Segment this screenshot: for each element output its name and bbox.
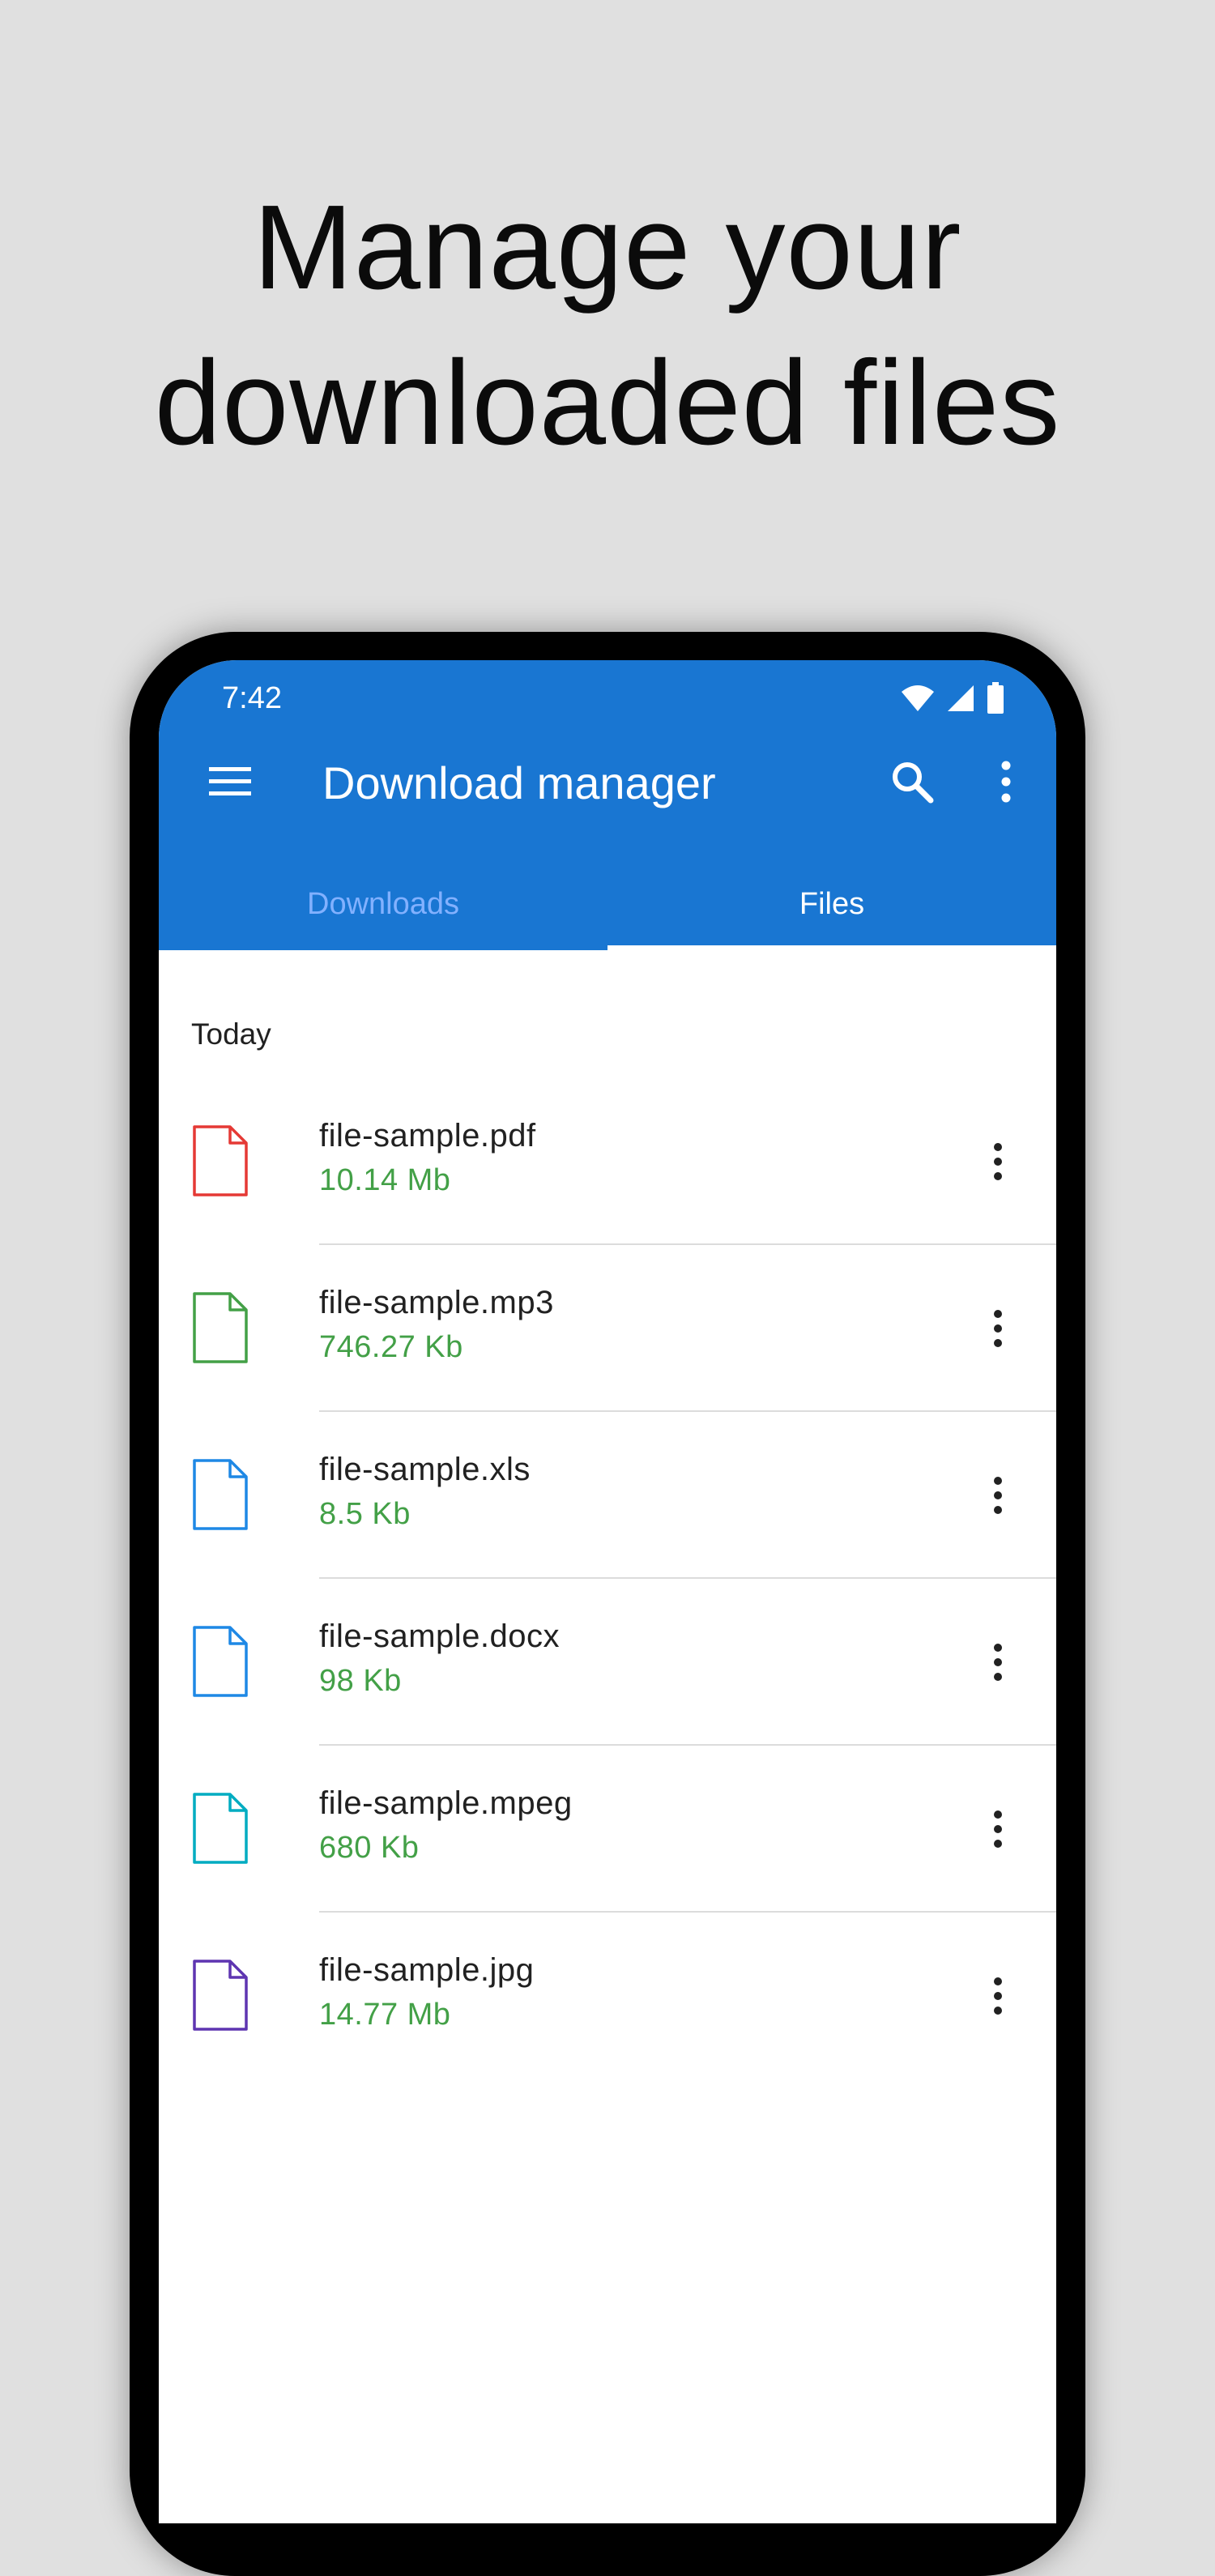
search-button[interactable] bbox=[876, 748, 948, 819]
menu-button[interactable] bbox=[194, 748, 266, 819]
more-options-button[interactable] bbox=[970, 748, 1042, 819]
hamburger-menu-icon bbox=[209, 766, 251, 802]
file-icon-outline bbox=[193, 1793, 248, 1864]
battery-icon bbox=[987, 681, 1004, 719]
item-more-button[interactable] bbox=[972, 1627, 1024, 1698]
app-title: Download manager bbox=[322, 757, 716, 808]
status-icons bbox=[901, 672, 1004, 728]
status-time: 7:42 bbox=[222, 681, 282, 715]
file-name: file-sample.mp3 bbox=[319, 1285, 554, 1320]
item-more-button[interactable] bbox=[972, 1460, 1024, 1531]
file-size: 680 Kb bbox=[319, 1831, 420, 1865]
phone-screen: 7:42 Download manager Downloads Files To… bbox=[159, 660, 1056, 2523]
list-item[interactable]: file-sample.xls 8.5 Kb bbox=[159, 1412, 1056, 1579]
file-icon-outline bbox=[193, 1626, 248, 1697]
list-item[interactable]: file-sample.mp3 746.27 Kb bbox=[159, 1245, 1056, 1412]
item-more-button[interactable] bbox=[972, 1960, 1024, 2032]
item-more-button[interactable] bbox=[972, 1126, 1024, 1197]
file-size: 746.27 Kb bbox=[319, 1330, 463, 1364]
tab-indicator bbox=[608, 945, 1056, 950]
signal-icon bbox=[946, 684, 975, 717]
item-more-button[interactable] bbox=[972, 1293, 1024, 1364]
more-vertical-icon bbox=[994, 1977, 1002, 2015]
more-vertical-icon bbox=[994, 1810, 1002, 1848]
tab-files[interactable]: Files bbox=[608, 858, 1056, 950]
file-icon bbox=[193, 1793, 248, 1864]
file-name: file-sample.jpg bbox=[319, 1952, 535, 1988]
file-icon bbox=[193, 1459, 248, 1530]
more-vertical-icon bbox=[994, 1644, 1002, 1681]
file-name: file-sample.mpeg bbox=[319, 1785, 573, 1821]
file-size: 8.5 Kb bbox=[319, 1497, 411, 1531]
item-more-button[interactable] bbox=[972, 1793, 1024, 1865]
tab-downloads[interactable]: Downloads bbox=[159, 858, 608, 950]
file-name: file-sample.pdf bbox=[319, 1118, 536, 1154]
wifi-icon bbox=[901, 684, 935, 717]
file-name: file-sample.docx bbox=[319, 1619, 561, 1654]
headline-line-1: Manage your bbox=[253, 181, 962, 314]
more-vertical-icon bbox=[994, 1143, 1002, 1180]
file-icon-outline bbox=[193, 1960, 248, 2031]
list-item[interactable]: file-sample.pdf 10.14 Mb bbox=[159, 1078, 1056, 1245]
file-icon bbox=[193, 1960, 248, 2031]
search-icon bbox=[890, 760, 934, 808]
file-list: file-sample.pdf 10.14 Mb file-sample.mp3… bbox=[159, 1078, 1056, 2079]
file-icon bbox=[193, 1125, 248, 1196]
file-icon-outline bbox=[193, 1125, 248, 1196]
file-icon bbox=[193, 1292, 248, 1363]
file-size: 14.77 Mb bbox=[319, 1998, 451, 2032]
app-bar: 7:42 Download manager Downloads Files bbox=[159, 660, 1056, 950]
list-item[interactable]: file-sample.docx 98 Kb bbox=[159, 1579, 1056, 1746]
file-size: 10.14 Mb bbox=[319, 1163, 451, 1197]
list-item[interactable]: file-sample.jpg 14.77 Mb bbox=[159, 1913, 1056, 2079]
section-header-today: Today bbox=[191, 1017, 271, 1051]
more-vertical-icon bbox=[994, 1477, 1002, 1514]
file-icon bbox=[193, 1626, 248, 1697]
headline: Manage your downloaded files bbox=[0, 170, 1215, 481]
file-name: file-sample.xls bbox=[319, 1452, 531, 1487]
headline-line-2: downloaded files bbox=[154, 336, 1061, 470]
file-icon-outline bbox=[193, 1292, 248, 1363]
more-vertical-icon bbox=[1000, 761, 1012, 807]
more-vertical-icon bbox=[994, 1310, 1002, 1347]
list-item[interactable]: file-sample.mpeg 680 Kb bbox=[159, 1746, 1056, 1913]
file-icon-outline bbox=[193, 1459, 248, 1530]
file-size: 98 Kb bbox=[319, 1664, 402, 1698]
